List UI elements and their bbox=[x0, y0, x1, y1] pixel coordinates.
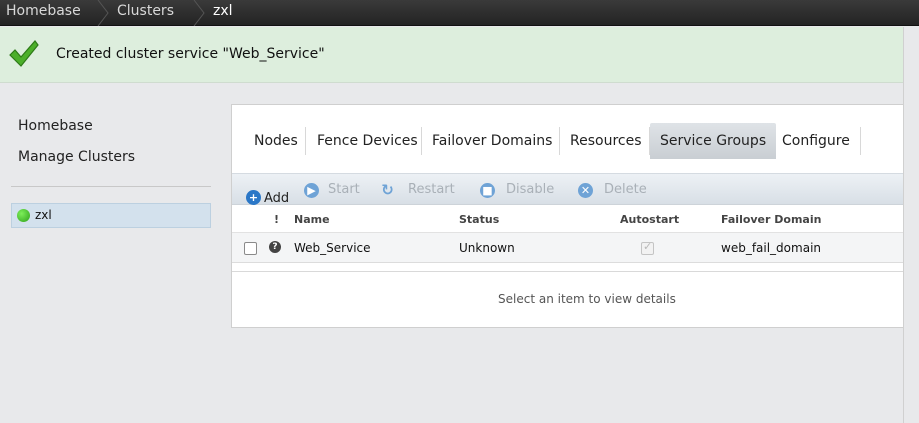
breadcrumb-separator-icon bbox=[193, 0, 205, 26]
autostart-checkbox bbox=[641, 240, 654, 255]
nav-link-manage-clusters[interactable]: Manage Clusters bbox=[18, 149, 135, 165]
tab-service-groups[interactable]: Service Groups bbox=[650, 123, 777, 159]
checkmark-icon bbox=[9, 40, 39, 67]
delete-icon: ✕ bbox=[578, 183, 593, 198]
breadcrumb: Homebase Clusters zxl bbox=[0, 0, 919, 26]
add-button[interactable]: + Add bbox=[246, 174, 304, 206]
disable-button[interactable]: ■ Disable bbox=[480, 174, 556, 204]
breadcrumb-current-cluster: zxl bbox=[213, 3, 233, 19]
tab-failover-domains[interactable]: Failover Domains bbox=[432, 123, 552, 159]
tab-resources[interactable]: Resources bbox=[570, 123, 642, 159]
cluster-name: zxl bbox=[35, 208, 52, 222]
service-toolbar: + Add ▶ Start ↻ Restart ■ Disable ✕ Dele… bbox=[232, 173, 919, 206]
question-icon: ? bbox=[269, 241, 281, 253]
details-pane: Select an item to view details bbox=[232, 271, 919, 327]
column-flag[interactable]: ! bbox=[274, 213, 279, 226]
tab-nodes[interactable]: Nodes bbox=[254, 123, 298, 159]
tab-configure[interactable]: Configure bbox=[782, 123, 850, 159]
success-notification: Created cluster service "Web_Service" bbox=[0, 27, 919, 83]
tab-fence-devices[interactable]: Fence Devices bbox=[317, 123, 418, 159]
nav-divider bbox=[11, 186, 211, 187]
delete-button[interactable]: ✕ Delete bbox=[578, 174, 648, 204]
breadcrumb-homebase[interactable]: Homebase bbox=[6, 2, 81, 24]
add-icon: + bbox=[246, 190, 261, 205]
play-icon: ▶ bbox=[304, 183, 319, 198]
scrollbar[interactable] bbox=[903, 27, 919, 423]
service-name: Web_Service bbox=[294, 241, 371, 255]
service-status: Unknown bbox=[459, 241, 515, 255]
table-row[interactable]: ? Web_Service Unknown web_fail_domain bbox=[232, 232, 919, 263]
tab-divider bbox=[421, 127, 422, 155]
tab-divider bbox=[305, 127, 306, 155]
nav-link-homebase[interactable]: Homebase bbox=[18, 118, 93, 134]
restart-button[interactable]: ↻ Restart bbox=[380, 174, 456, 204]
service-groups-panel: Nodes Fence Devices Failover Domains Res… bbox=[231, 104, 919, 328]
tab-divider bbox=[559, 127, 560, 155]
cluster-list-item-zxl[interactable]: zxl bbox=[11, 203, 211, 228]
column-status[interactable]: Status bbox=[459, 213, 499, 226]
row-select-checkbox[interactable] bbox=[244, 242, 257, 255]
status-online-icon bbox=[17, 209, 30, 222]
column-failover-domain[interactable]: Failover Domain bbox=[721, 213, 821, 226]
details-hint: Select an item to view details bbox=[498, 292, 676, 306]
service-failover-domain: web_fail_domain bbox=[721, 241, 822, 255]
start-button[interactable]: ▶ Start bbox=[304, 174, 364, 204]
column-name[interactable]: Name bbox=[294, 213, 330, 226]
breadcrumb-separator-icon bbox=[97, 0, 109, 26]
notification-message: Created cluster service "Web_Service" bbox=[56, 46, 325, 62]
stop-icon: ■ bbox=[480, 183, 495, 198]
column-autostart[interactable]: Autostart bbox=[620, 213, 679, 226]
refresh-icon: ↻ bbox=[381, 181, 394, 199]
tab-divider bbox=[860, 127, 861, 155]
table-header: ! Name Status Autostart Failover Domain bbox=[232, 206, 919, 232]
cluster-tabs: Nodes Fence Devices Failover Domains Res… bbox=[232, 123, 919, 159]
breadcrumb-clusters[interactable]: Clusters bbox=[117, 2, 174, 24]
